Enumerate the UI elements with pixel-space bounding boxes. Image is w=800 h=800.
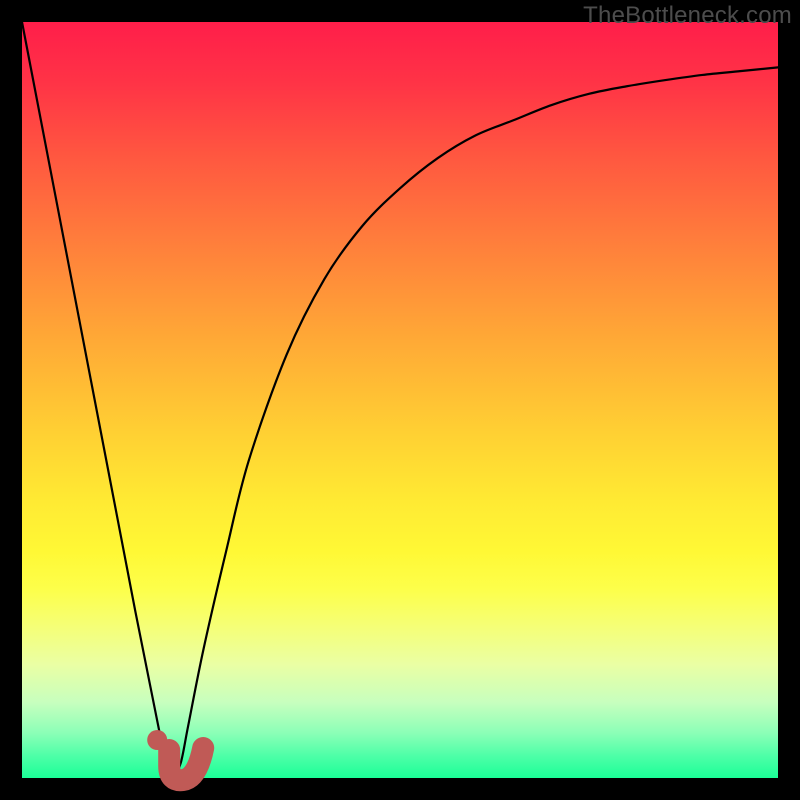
chart-plot-area bbox=[22, 22, 778, 778]
bottleneck-curve bbox=[22, 22, 778, 778]
optimal-hook-dot bbox=[147, 730, 167, 750]
chart-svg bbox=[22, 22, 778, 778]
watermark-text: TheBottleneck.com bbox=[583, 2, 792, 30]
optimal-hook-stroke bbox=[169, 748, 203, 780]
